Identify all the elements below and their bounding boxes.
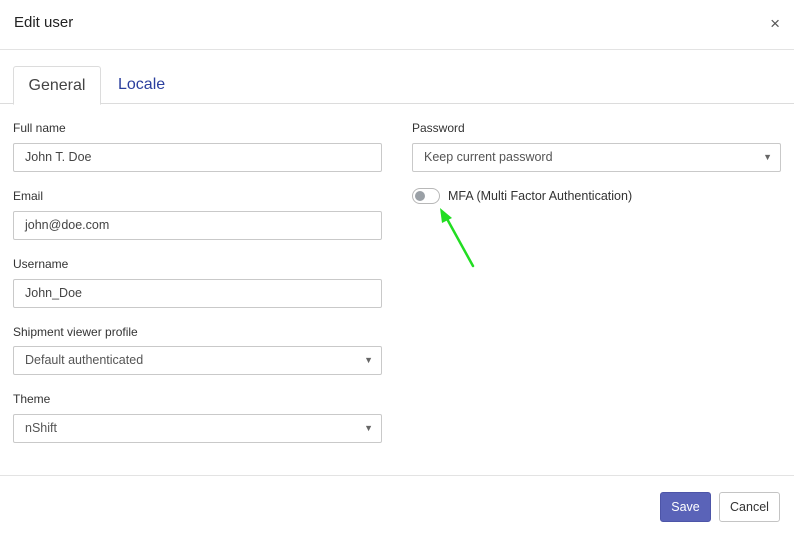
shipment-viewer-profile-select[interactable]: Default authenticated ▼ — [13, 346, 382, 375]
dialog-header: Edit user × — [0, 0, 794, 50]
annotation-arrow-icon — [440, 208, 475, 268]
mfa-toggle-knob — [415, 191, 425, 201]
chevron-down-icon: ▼ — [763, 152, 772, 162]
theme-select[interactable]: nShift ▼ — [13, 414, 382, 443]
chevron-down-icon: ▼ — [364, 355, 373, 365]
chevron-down-icon: ▼ — [364, 423, 373, 433]
theme-value: nShift — [25, 421, 57, 435]
full-name-input[interactable]: John T. Doe — [13, 143, 382, 172]
save-button[interactable]: Save — [660, 492, 711, 522]
username-label: Username — [13, 257, 69, 271]
close-icon[interactable]: × — [770, 14, 780, 34]
password-select[interactable]: Keep current password ▼ — [412, 143, 781, 172]
full-name-label: Full name — [13, 121, 66, 135]
email-input[interactable]: john@doe.com — [13, 211, 382, 240]
theme-label: Theme — [13, 392, 51, 406]
shipment-viewer-profile-value: Default authenticated — [25, 353, 144, 367]
cancel-button[interactable]: Cancel — [719, 492, 780, 522]
password-label: Password — [412, 121, 465, 135]
tab-locale[interactable]: Locale — [118, 66, 165, 104]
dialog-footer: Save Cancel — [0, 475, 794, 535]
dialog-title: Edit user — [14, 14, 74, 31]
shipment-viewer-profile-label: Shipment viewer profile — [13, 325, 138, 339]
password-value: Keep current password — [424, 150, 553, 164]
tab-bar: General Locale — [0, 66, 794, 105]
tab-general[interactable]: General — [13, 66, 101, 105]
email-label: Email — [13, 189, 44, 203]
username-input[interactable]: John_Doe — [13, 279, 382, 308]
